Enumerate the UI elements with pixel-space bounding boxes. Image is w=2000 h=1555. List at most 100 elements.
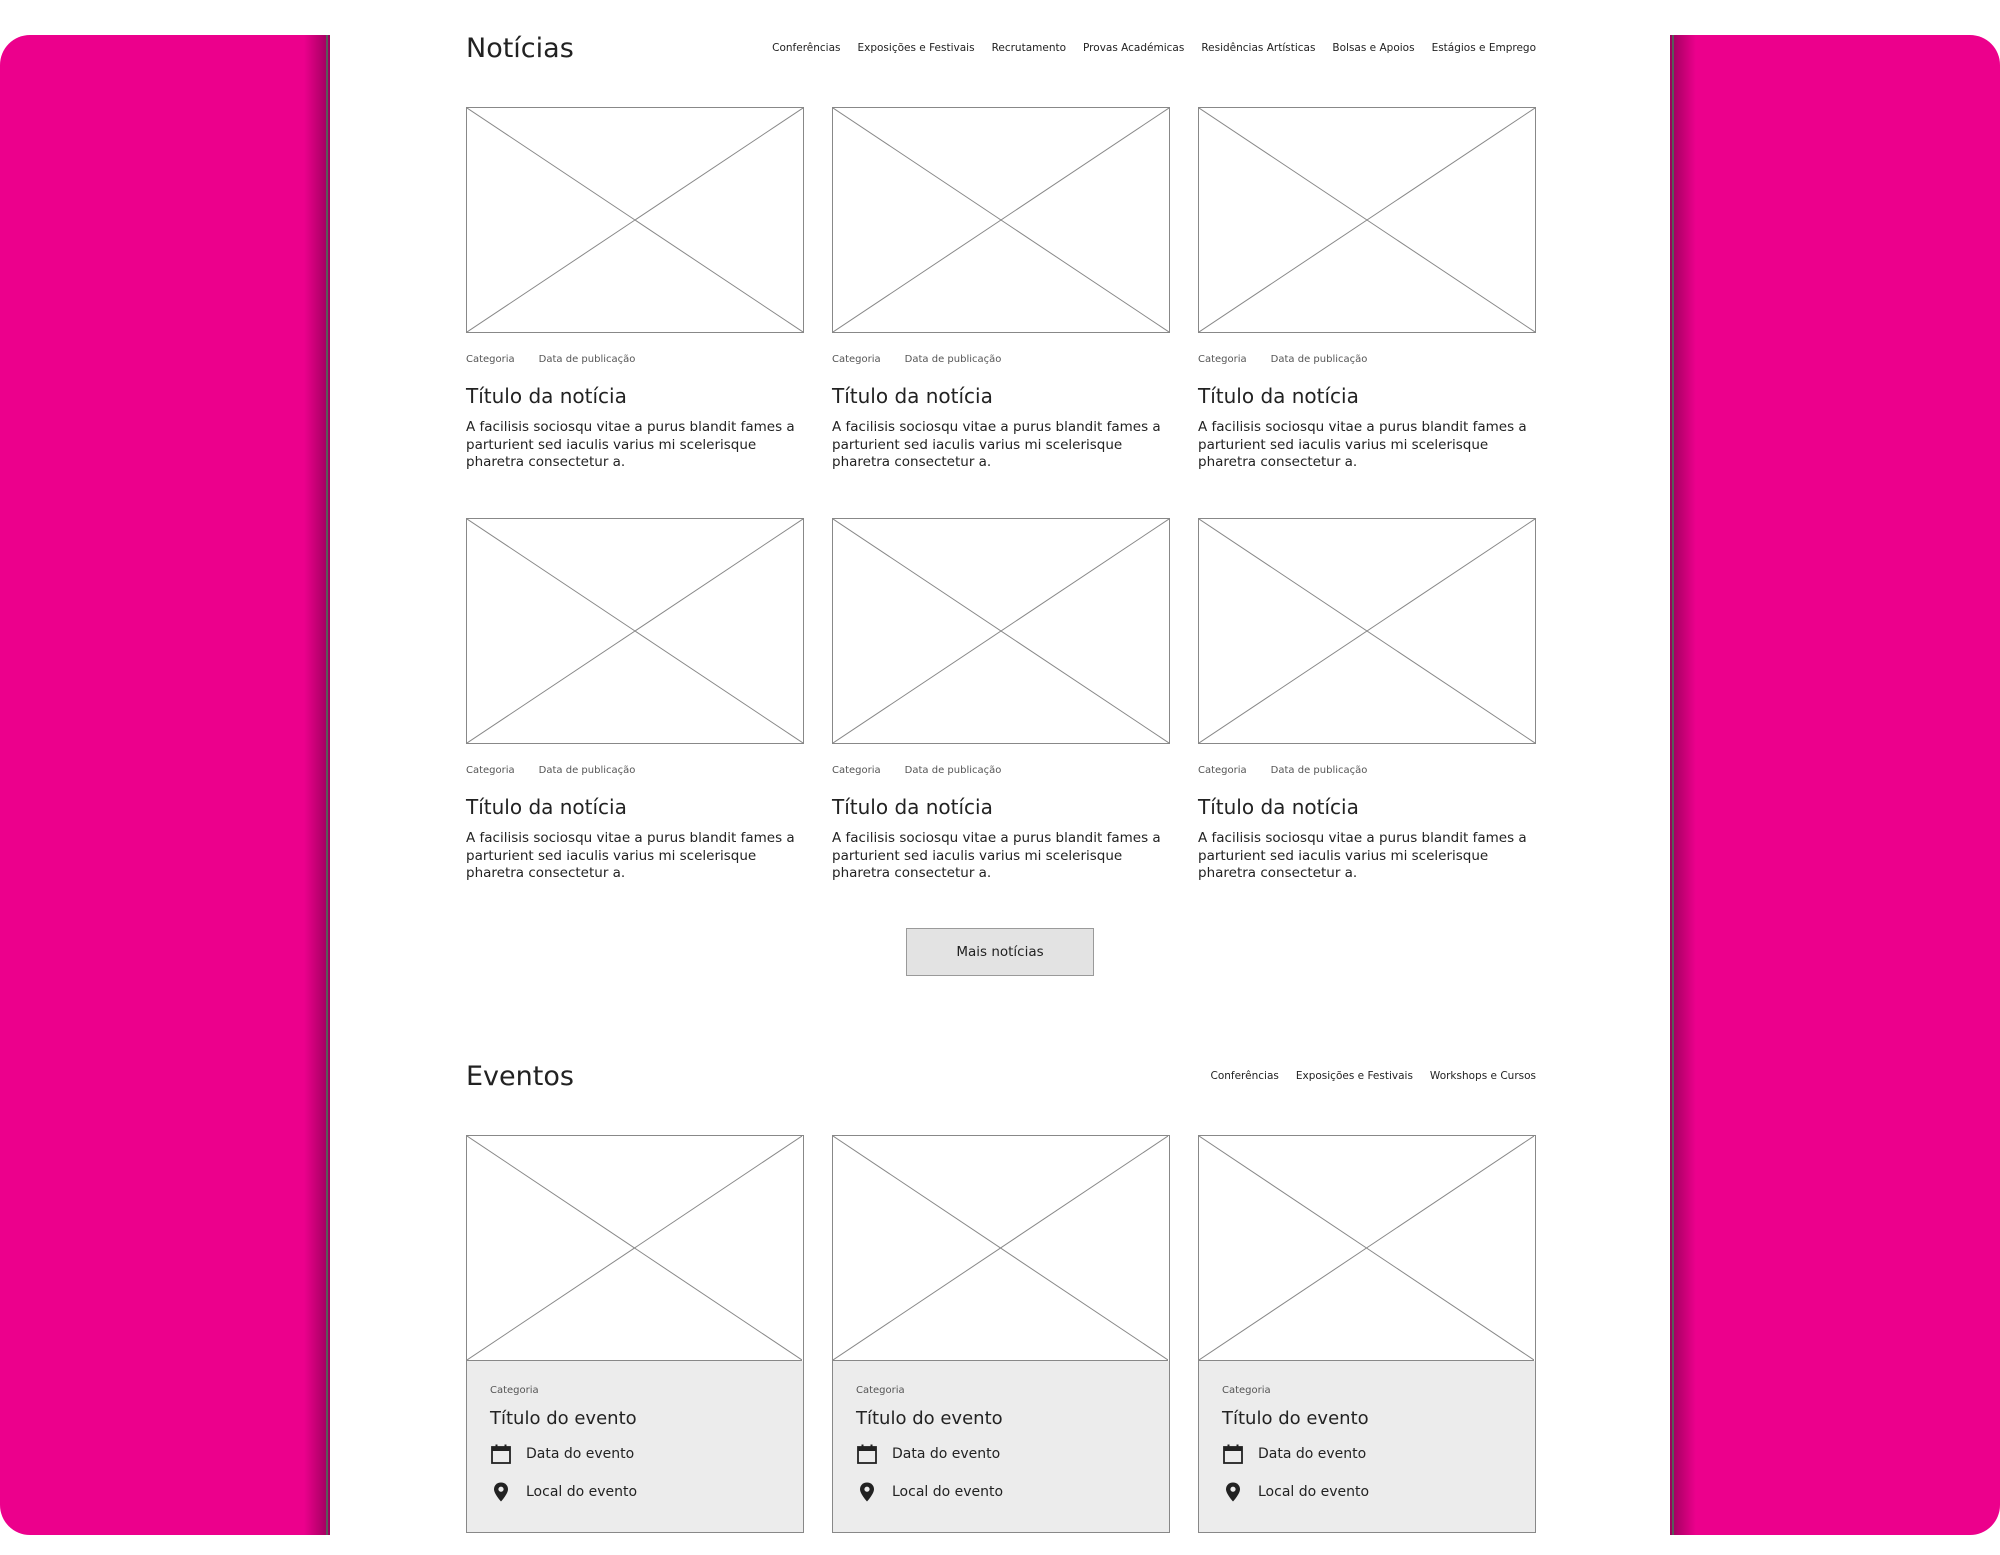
news-grid-row-2: Categoria Data de publicação Título da no… xyxy=(466,518,1536,881)
news-section-title: Notícias xyxy=(466,32,574,64)
news-nav-conferencias[interactable]: Conferências xyxy=(772,42,840,54)
news-title[interactable]: Título da notícia xyxy=(832,383,1170,409)
news-category: Categoria xyxy=(832,765,881,776)
events-nav-conferencias[interactable]: Conferências xyxy=(1210,1070,1278,1082)
event-date: Data do evento xyxy=(526,1446,635,1462)
event-date: Data do evento xyxy=(1258,1446,1367,1462)
news-card[interactable]: Categoria Data de publicação Título da no… xyxy=(832,107,1170,470)
more-news-button[interactable]: Mais notícias xyxy=(906,928,1094,976)
events-grid: Categoria Título do evento Data do event… xyxy=(466,1135,1536,1533)
news-date: Data de publicação xyxy=(1270,354,1368,365)
events-category-nav: Conferências Exposições e Festivais Work… xyxy=(1210,1070,1536,1082)
news-meta: Categoria Data de publicação xyxy=(832,765,1170,779)
events-header: Eventos Conferências Exposições e Festiv… xyxy=(466,1058,1536,1094)
right-side-panel xyxy=(1670,35,2000,1535)
news-grid-row-1: Categoria Data de publicação Título da no… xyxy=(466,107,1536,470)
news-nav-residencias-artisticas[interactable]: Residências Artísticas xyxy=(1201,42,1315,54)
news-nav-exposicoes-festivais[interactable]: Exposições e Festivais xyxy=(858,42,975,54)
event-date: Data do evento xyxy=(892,1446,1001,1462)
news-meta: Categoria Data de publicação xyxy=(1198,765,1536,779)
calendar-icon xyxy=(491,1444,511,1464)
event-info: Categoria Título do evento Data do event… xyxy=(1199,1361,1535,1532)
image-placeholder xyxy=(833,1136,1168,1361)
news-nav-bolsas-apoios[interactable]: Bolsas e Apoios xyxy=(1332,42,1414,54)
news-excerpt: A facilisis sociosqu vitae a purus bland… xyxy=(466,830,795,881)
event-date-row: Data do evento xyxy=(1222,1443,1513,1465)
news-title[interactable]: Título da notícia xyxy=(1198,383,1536,409)
news-category-nav: Conferências Exposições e Festivais Recr… xyxy=(772,42,1536,54)
news-excerpt: A facilisis sociosqu vitae a purus bland… xyxy=(832,830,1161,881)
news-category: Categoria xyxy=(1198,765,1247,776)
image-placeholder xyxy=(466,518,804,744)
map-pin-icon xyxy=(1226,1482,1240,1502)
event-title[interactable]: Título do evento xyxy=(490,1408,781,1429)
news-nav-estagios-emprego[interactable]: Estágios e Emprego xyxy=(1432,42,1536,54)
news-date: Data de publicação xyxy=(538,354,636,365)
event-location-row: Local do evento xyxy=(1222,1481,1513,1503)
event-location: Local do evento xyxy=(526,1484,638,1500)
news-card[interactable]: Categoria Data de publicação Título da no… xyxy=(466,518,804,881)
news-date: Data de publicação xyxy=(1270,765,1368,776)
event-location-row: Local do evento xyxy=(856,1481,1147,1503)
event-card[interactable]: Categoria Título do evento Data do event… xyxy=(466,1135,804,1533)
event-title[interactable]: Título do evento xyxy=(856,1408,1147,1429)
news-excerpt: A facilisis sociosqu vitae a purus bland… xyxy=(1198,830,1527,881)
news-meta: Categoria Data de publicação xyxy=(832,354,1170,368)
news-nav-recrutamento[interactable]: Recrutamento xyxy=(992,42,1066,54)
image-placeholder xyxy=(1198,518,1536,744)
event-title[interactable]: Título do evento xyxy=(1222,1408,1513,1429)
news-header: Notícias Conferências Exposições e Festi… xyxy=(466,30,1536,66)
news-nav-provas-academicas[interactable]: Provas Académicas xyxy=(1083,42,1184,54)
news-meta: Categoria Data de publicação xyxy=(1198,354,1536,368)
news-category: Categoria xyxy=(832,354,881,365)
news-title[interactable]: Título da notícia xyxy=(1198,794,1536,820)
news-date: Data de publicação xyxy=(904,765,1002,776)
news-category: Categoria xyxy=(1198,354,1247,365)
map-pin-icon xyxy=(860,1482,874,1502)
news-card[interactable]: Categoria Data de publicação Título da no… xyxy=(1198,107,1536,470)
event-card[interactable]: Categoria Título do evento Data do event… xyxy=(832,1135,1170,1533)
news-card[interactable]: Categoria Data de publicação Título da no… xyxy=(832,518,1170,881)
news-card[interactable]: Categoria Data de publicação Título da no… xyxy=(466,107,804,470)
events-section-title: Eventos xyxy=(466,1060,574,1092)
news-date: Data de publicação xyxy=(538,765,636,776)
image-placeholder xyxy=(1198,107,1536,333)
image-placeholder xyxy=(832,107,1170,333)
news-title[interactable]: Título da notícia xyxy=(466,383,804,409)
left-side-panel xyxy=(0,35,330,1535)
news-category: Categoria xyxy=(466,765,515,776)
event-category: Categoria xyxy=(856,1385,905,1396)
news-meta: Categoria Data de publicação xyxy=(466,765,804,779)
news-excerpt: A facilisis sociosqu vitae a purus bland… xyxy=(1198,419,1527,470)
event-location: Local do evento xyxy=(1258,1484,1370,1500)
event-info: Categoria Título do evento Data do event… xyxy=(833,1361,1169,1532)
event-category: Categoria xyxy=(490,1385,539,1396)
image-placeholder xyxy=(467,1136,802,1361)
events-nav-workshops-cursos[interactable]: Workshops e Cursos xyxy=(1430,1070,1536,1082)
news-date: Data de publicação xyxy=(904,354,1002,365)
event-category: Categoria xyxy=(1222,1385,1271,1396)
events-nav-exposicoes-festivais[interactable]: Exposições e Festivais xyxy=(1296,1070,1413,1082)
calendar-icon xyxy=(857,1444,877,1464)
event-card[interactable]: Categoria Título do evento Data do event… xyxy=(1198,1135,1536,1533)
news-excerpt: A facilisis sociosqu vitae a purus bland… xyxy=(466,419,795,470)
news-card[interactable]: Categoria Data de publicação Título da no… xyxy=(1198,518,1536,881)
news-title[interactable]: Título da notícia xyxy=(466,794,804,820)
image-placeholder xyxy=(1199,1136,1534,1361)
calendar-icon xyxy=(1223,1444,1243,1464)
event-location-row: Local do evento xyxy=(490,1481,781,1503)
news-meta: Categoria Data de publicação xyxy=(466,354,804,368)
page-content: Notícias Conferências Exposições e Festi… xyxy=(466,0,1536,1555)
left-panel-edge xyxy=(326,35,328,1535)
event-date-row: Data do evento xyxy=(490,1443,781,1465)
event-info: Categoria Título do evento Data do event… xyxy=(467,1361,803,1532)
image-placeholder xyxy=(832,518,1170,744)
right-panel-edge xyxy=(1672,35,1674,1535)
news-excerpt: A facilisis sociosqu vitae a purus bland… xyxy=(832,419,1161,470)
event-location: Local do evento xyxy=(892,1484,1004,1500)
event-date-row: Data do evento xyxy=(856,1443,1147,1465)
news-title[interactable]: Título da notícia xyxy=(832,794,1170,820)
map-pin-icon xyxy=(494,1482,508,1502)
image-placeholder xyxy=(466,107,804,333)
news-category: Categoria xyxy=(466,354,515,365)
